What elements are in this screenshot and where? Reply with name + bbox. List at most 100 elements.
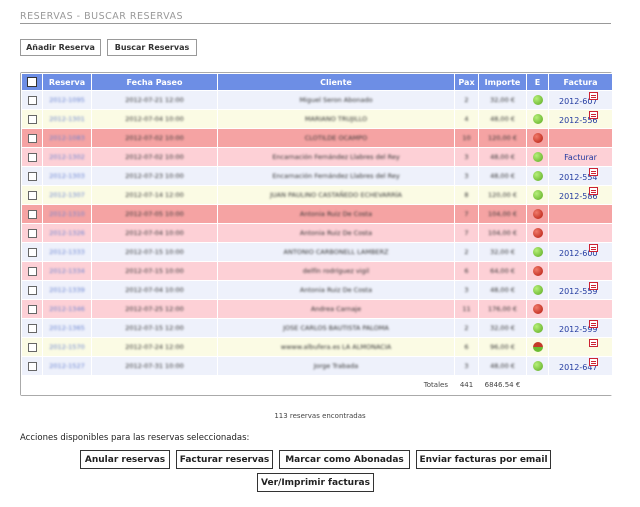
- pdf-icon[interactable]: [589, 244, 598, 252]
- row-checkbox[interactable]: [27, 152, 37, 162]
- amount: 176,00 €: [488, 305, 517, 313]
- invoice-reservations-button[interactable]: Facturar reservas: [176, 450, 273, 469]
- table-row: 2012-1365 2012-07-15 12:00 JOSE CARLOS BAU…: [21, 318, 613, 338]
- client-name: wwww.albufera.es LA ALMONACIA: [280, 343, 392, 351]
- amount: 120,00 €: [488, 134, 517, 142]
- add-reservation-button[interactable]: Añadir Reserva: [20, 39, 101, 56]
- row-checkbox[interactable]: [27, 285, 37, 295]
- email-invoices-button[interactable]: Enviar facturas por email: [416, 450, 551, 469]
- pdf-icon[interactable]: [589, 187, 598, 195]
- row-checkbox[interactable]: [27, 190, 37, 200]
- table-row: 2012-1302 2012-07-02 10:00 Encarnación Fer…: [21, 147, 613, 167]
- amount: 64,00 €: [490, 267, 515, 275]
- reservation-link[interactable]: 2012-1346: [49, 305, 84, 313]
- row-checkbox[interactable]: [27, 114, 37, 124]
- select-all-header[interactable]: [21, 73, 43, 91]
- row-select-cell[interactable]: [21, 223, 43, 243]
- reservation-link[interactable]: 2012-1326: [49, 229, 84, 237]
- row-checkbox[interactable]: [27, 133, 37, 143]
- totals-row: Totales 441 6846.54 €: [21, 375, 613, 395]
- page-title: RESERVAS - BUSCAR RESERVAS: [20, 11, 611, 24]
- invoice-cell: Facturar: [550, 149, 612, 166]
- table-row: 2012-1339 2012-07-04 10:00 Antonia Ruiz De…: [21, 280, 613, 300]
- row-select-cell[interactable]: [21, 185, 43, 205]
- reservation-link[interactable]: 2012-1365: [49, 324, 84, 332]
- reservation-link[interactable]: 2012-1301: [49, 115, 84, 123]
- reservation-link[interactable]: 2012-1334: [49, 267, 84, 275]
- column-header-pax[interactable]: Pax: [454, 73, 479, 91]
- amount: 32,00 €: [490, 324, 515, 332]
- row-select-cell[interactable]: [21, 356, 43, 376]
- reservation-link[interactable]: 2012-1527: [49, 362, 84, 370]
- column-header-cliente[interactable]: Cliente: [217, 73, 455, 91]
- reservation-link[interactable]: 2012-1570: [49, 343, 84, 351]
- row-select-cell[interactable]: [21, 261, 43, 281]
- pax-count: 3: [464, 286, 469, 294]
- reservation-link[interactable]: 2012-1310: [49, 210, 84, 218]
- reservation-link[interactable]: 2012-1303: [49, 172, 84, 180]
- row-checkbox[interactable]: [27, 228, 37, 238]
- pax-count: 2: [464, 324, 469, 332]
- pdf-icon[interactable]: [589, 339, 598, 347]
- status-icon: [532, 133, 543, 143]
- pdf-icon[interactable]: [589, 92, 598, 100]
- trip-date: 2012-07-15 10:00: [125, 248, 184, 256]
- pax-count: 6: [464, 343, 469, 351]
- row-select-cell[interactable]: [21, 147, 43, 167]
- reservation-link[interactable]: 2012-1095: [49, 96, 84, 104]
- row-checkbox[interactable]: [27, 209, 37, 219]
- amount: 48,00 €: [490, 153, 515, 161]
- pdf-icon[interactable]: [589, 282, 598, 290]
- pdf-icon[interactable]: [589, 168, 598, 176]
- row-checkbox[interactable]: [27, 266, 37, 276]
- row-select-cell[interactable]: [21, 337, 43, 357]
- invoice-cell: [550, 339, 612, 356]
- row-checkbox[interactable]: [27, 95, 37, 105]
- row-select-cell[interactable]: [21, 109, 43, 129]
- column-header-fecha[interactable]: Fecha Paseo: [91, 73, 218, 91]
- pdf-icon[interactable]: [589, 358, 598, 366]
- reservation-link[interactable]: 2012-1339: [49, 286, 84, 294]
- reservation-link[interactable]: 2012-1307: [49, 191, 84, 199]
- cancel-reservations-button[interactable]: Anular reservas: [80, 450, 170, 469]
- row-checkbox[interactable]: [27, 361, 37, 371]
- pdf-icon[interactable]: [589, 111, 598, 119]
- row-checkbox[interactable]: [27, 247, 37, 257]
- print-invoices-button[interactable]: Ver/Imprimir facturas: [257, 473, 374, 492]
- row-select-cell[interactable]: [21, 242, 43, 262]
- row-checkbox[interactable]: [27, 171, 37, 181]
- row-checkbox[interactable]: [27, 323, 37, 333]
- totals-label: Totales: [21, 375, 455, 395]
- column-header-importe[interactable]: Importe: [478, 73, 527, 91]
- reservation-link[interactable]: 2012-1302: [49, 153, 84, 161]
- row-select-cell[interactable]: [21, 318, 43, 338]
- select-all-checkbox[interactable]: [27, 77, 37, 87]
- column-header-reserva[interactable]: Reserva: [42, 73, 92, 91]
- status-icon: [532, 114, 543, 124]
- row-select-cell[interactable]: [21, 299, 43, 319]
- table-row: 2012-1326 2012-07-04 10:00 Antonia Ruiz De…: [21, 223, 613, 243]
- pdf-icon[interactable]: [589, 320, 598, 328]
- trip-date: 2012-07-04 10:00: [125, 286, 184, 294]
- reservation-link[interactable]: 2012-1333: [49, 248, 84, 256]
- row-checkbox[interactable]: [27, 342, 37, 352]
- client-name: Antonia Ruiz De Costa: [299, 286, 373, 294]
- status-icon: [532, 285, 543, 295]
- row-select-cell[interactable]: [21, 166, 43, 186]
- mark-paid-button[interactable]: Marcar como Abonadas: [279, 450, 410, 469]
- search-reservations-button[interactable]: Buscar Reservas: [107, 39, 197, 56]
- trip-date: 2012-07-04 10:00: [125, 115, 184, 123]
- column-header-estado[interactable]: E: [526, 73, 549, 91]
- invoice-action-link[interactable]: Facturar: [550, 153, 612, 162]
- row-checkbox[interactable]: [27, 304, 37, 314]
- amount: 104,00 €: [488, 210, 517, 218]
- pax-count: 4: [464, 115, 469, 123]
- client-name: Encarnación Fernández Llabres del Rey: [272, 153, 400, 161]
- row-select-cell[interactable]: [21, 90, 43, 110]
- status-icon: [532, 95, 543, 105]
- column-header-factura[interactable]: Factura: [548, 73, 613, 91]
- row-select-cell[interactable]: [21, 280, 43, 300]
- row-select-cell[interactable]: [21, 204, 43, 224]
- row-select-cell[interactable]: [21, 128, 43, 148]
- reservation-link[interactable]: 2012-1083: [49, 134, 84, 142]
